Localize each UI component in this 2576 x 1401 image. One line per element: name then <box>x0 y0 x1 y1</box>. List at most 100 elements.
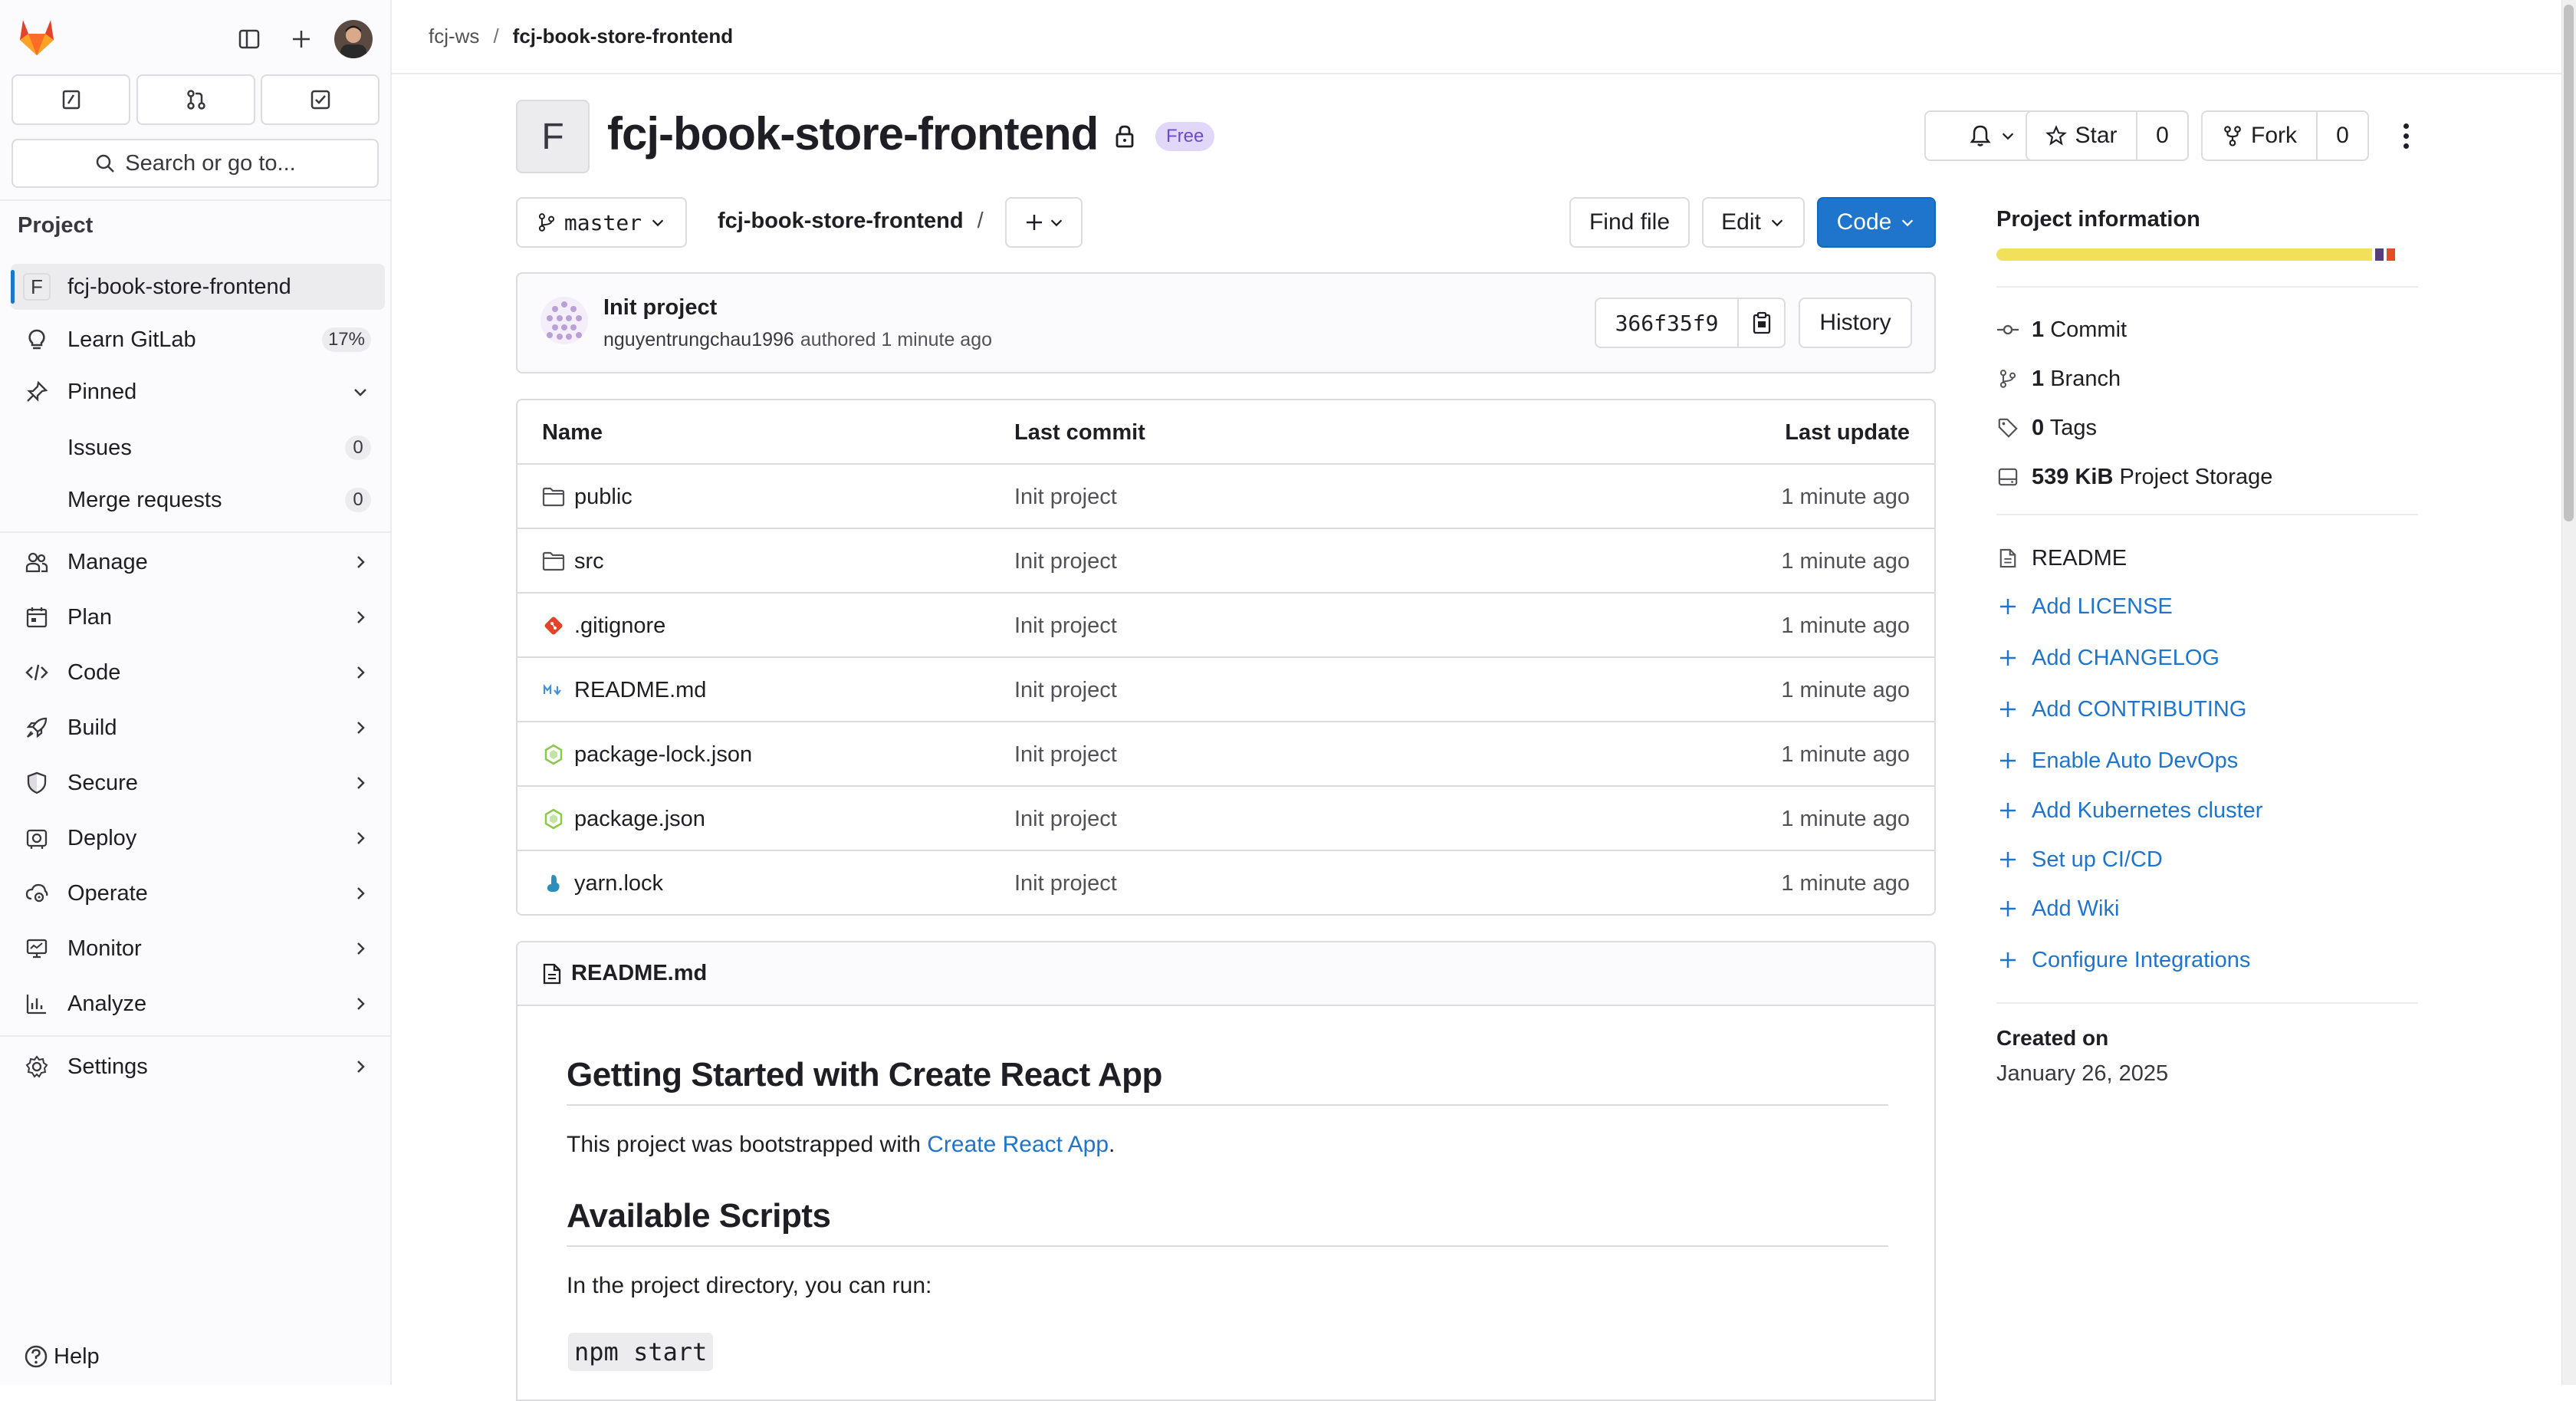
last-commit-link[interactable]: Init project <box>1014 787 1117 851</box>
scrollbar-thumb[interactable] <box>2564 5 2574 521</box>
repository-languages-bar[interactable] <box>1996 248 2418 261</box>
sidebar-item-learn-gitlab[interactable]: Learn GitLab 17% <box>11 317 385 363</box>
chevron-right-icon <box>357 942 365 955</box>
heading-rule <box>567 1245 1888 1247</box>
merge-requests-button[interactable] <box>136 74 255 125</box>
commit-sha[interactable]: 366f35f9 <box>1595 298 1739 348</box>
table-row[interactable]: package.json Init project 1 minute ago <box>518 787 1934 851</box>
gitlab-logo-icon[interactable] <box>15 17 58 57</box>
file-name-link[interactable]: README.md <box>574 678 706 703</box>
create-new-icon[interactable] <box>284 21 319 57</box>
commit-author-link[interactable]: nguyentrungchau1996 <box>603 329 794 351</box>
readme-link[interactable]: README <box>1996 543 2127 574</box>
sidebar-item-settings[interactable]: Settings <box>11 1044 385 1090</box>
storage-stat-link[interactable]: 539 KiB Project Storage <box>1996 462 2272 492</box>
add-to-tree-dropdown[interactable] <box>1005 197 1083 248</box>
breadcrumb-project-link[interactable]: fcj-book-store-frontend <box>513 25 733 48</box>
add-license-link[interactable]: Add LICENSE <box>1996 591 2173 622</box>
last-commit-link[interactable]: Init project <box>1014 594 1117 658</box>
file-name-link[interactable]: .gitignore <box>574 613 665 639</box>
sidebar-item-project[interactable]: F fcj-book-store-frontend <box>11 264 385 310</box>
readme-filename-link[interactable]: README.md <box>571 961 707 986</box>
sidebar-toggle-icon[interactable] <box>232 21 267 57</box>
table-row[interactable]: .gitignore Init project 1 minute ago <box>518 594 1934 658</box>
file-name-link[interactable]: package-lock.json <box>574 742 752 768</box>
sidebar-item-merge-requests[interactable]: Merge requests 0 <box>11 477 385 523</box>
column-header-last-commit: Last commit <box>1014 419 1145 445</box>
file-name-link[interactable]: public <box>574 485 632 510</box>
table-row[interactable]: package-lock.json Init project 1 minute … <box>518 722 1934 787</box>
file-name-link[interactable]: yarn.lock <box>574 871 663 896</box>
sidebar-item-deploy[interactable]: Deploy <box>11 815 385 861</box>
add-kubernetes-cluster-link[interactable]: Add Kubernetes cluster <box>1996 795 2262 826</box>
commit-author-avatar[interactable] <box>540 297 588 344</box>
sidebar-item-code[interactable]: Code <box>11 650 385 696</box>
last-update-time: 1 minute ago <box>1781 870 1910 896</box>
sidebar-item-operate[interactable]: Operate <box>11 870 385 916</box>
repo-path-root-link[interactable]: fcj-book-store-frontend <box>718 209 964 234</box>
help-button[interactable]: Help <box>23 1343 100 1370</box>
sidebar-item-manage[interactable]: Manage <box>11 539 385 585</box>
sidebar-item-pinned[interactable]: Pinned <box>11 369 385 415</box>
table-row[interactable]: yarn.lock Init project 1 minute ago <box>518 851 1934 914</box>
breadcrumb-separator: / <box>493 25 499 48</box>
sidebar-item-secure[interactable]: Secure <box>11 760 385 806</box>
todo-list-button[interactable] <box>261 74 380 125</box>
fork-button[interactable]: Fork <box>2201 110 2318 161</box>
issues-icon <box>62 90 80 110</box>
sidebar-item-build[interactable]: Build <box>11 705 385 751</box>
issues-count-badge: 0 <box>345 436 371 460</box>
fork-count[interactable]: 0 <box>2316 110 2369 161</box>
action-label: Configure Integrations <box>2032 947 2251 972</box>
commit-meta: nguyentrungchau1996 authored 1 minute ag… <box>603 329 992 351</box>
more-actions-icon[interactable] <box>2390 118 2421 153</box>
commits-stat-link[interactable]: 1 Commit <box>1996 314 2127 345</box>
assigned-issues-button[interactable] <box>12 74 130 125</box>
last-commit-link[interactable]: Init project <box>1014 851 1117 914</box>
code-dropdown[interactable]: Code <box>1817 197 1936 248</box>
history-button[interactable]: History <box>1799 298 1912 348</box>
sidebar-item-issues[interactable]: Issues 0 <box>11 425 385 471</box>
file-name-link[interactable]: src <box>574 549 604 574</box>
configure-integrations-link[interactable]: Configure Integrations <box>1996 945 2250 975</box>
nodejs-icon <box>544 744 563 765</box>
branch-selector[interactable]: master <box>516 197 687 248</box>
last-commit-link[interactable]: Init project <box>1014 529 1117 594</box>
sidebar-item-label: Learn GitLab <box>67 327 196 352</box>
sidebar-item-plan[interactable]: Plan <box>11 594 385 640</box>
storage-label: Project Storage <box>2119 464 2273 489</box>
add-changelog-link[interactable]: Add CHANGELOG <box>1996 643 2220 673</box>
table-row[interactable]: README.md Init project 1 minute ago <box>518 658 1934 722</box>
search-button[interactable]: Search or go to... <box>12 139 379 188</box>
star-count[interactable]: 0 <box>2136 110 2189 161</box>
edit-dropdown[interactable]: Edit <box>1702 197 1805 248</box>
last-commit-link[interactable]: Init project <box>1014 722 1117 787</box>
enable-auto-devops-link[interactable]: Enable Auto DevOps <box>1996 745 2238 776</box>
set-up-ci-cd-link[interactable]: Set up CI/CD <box>1996 844 2163 875</box>
readme-paragraph-2: In the project directory, you can run: <box>567 1273 932 1298</box>
find-file-button[interactable]: Find file <box>1569 197 1690 248</box>
commit-title-link[interactable]: Init project <box>603 295 717 321</box>
star-icon <box>2045 125 2068 146</box>
last-update-time: 1 minute ago <box>1781 742 1910 767</box>
tags-stat-link[interactable]: 0 Tags <box>1996 413 2097 443</box>
table-row[interactable]: public Init project 1 minute ago <box>518 465 1934 529</box>
add-wiki-link[interactable]: Add Wiki <box>1996 893 2119 924</box>
plus-icon <box>2000 852 2016 867</box>
branches-count: 1 <box>2032 366 2045 391</box>
star-button[interactable]: Star <box>2026 110 2137 161</box>
breadcrumb-group-link[interactable]: fcj-ws <box>429 25 479 48</box>
copy-sha-button[interactable] <box>1737 298 1786 348</box>
create-react-app-link[interactable]: Create React App <box>927 1132 1109 1157</box>
sidebar-item-monitor[interactable]: Monitor <box>11 926 385 972</box>
user-avatar[interactable] <box>334 20 373 58</box>
branches-stat-link[interactable]: 1 Branch <box>1996 363 2121 394</box>
add-contributing-link[interactable]: Add CONTRIBUTING <box>1996 694 2246 725</box>
last-commit-link[interactable]: Init project <box>1014 658 1117 722</box>
last-commit-link[interactable]: Init project <box>1014 465 1117 529</box>
table-row[interactable]: src Init project 1 minute ago <box>518 529 1934 594</box>
file-name-link[interactable]: package.json <box>574 807 705 832</box>
chevron-right-icon <box>357 998 365 1010</box>
sidebar-item-analyze[interactable]: Analyze <box>11 981 385 1027</box>
edit-label: Edit <box>1721 209 1761 235</box>
